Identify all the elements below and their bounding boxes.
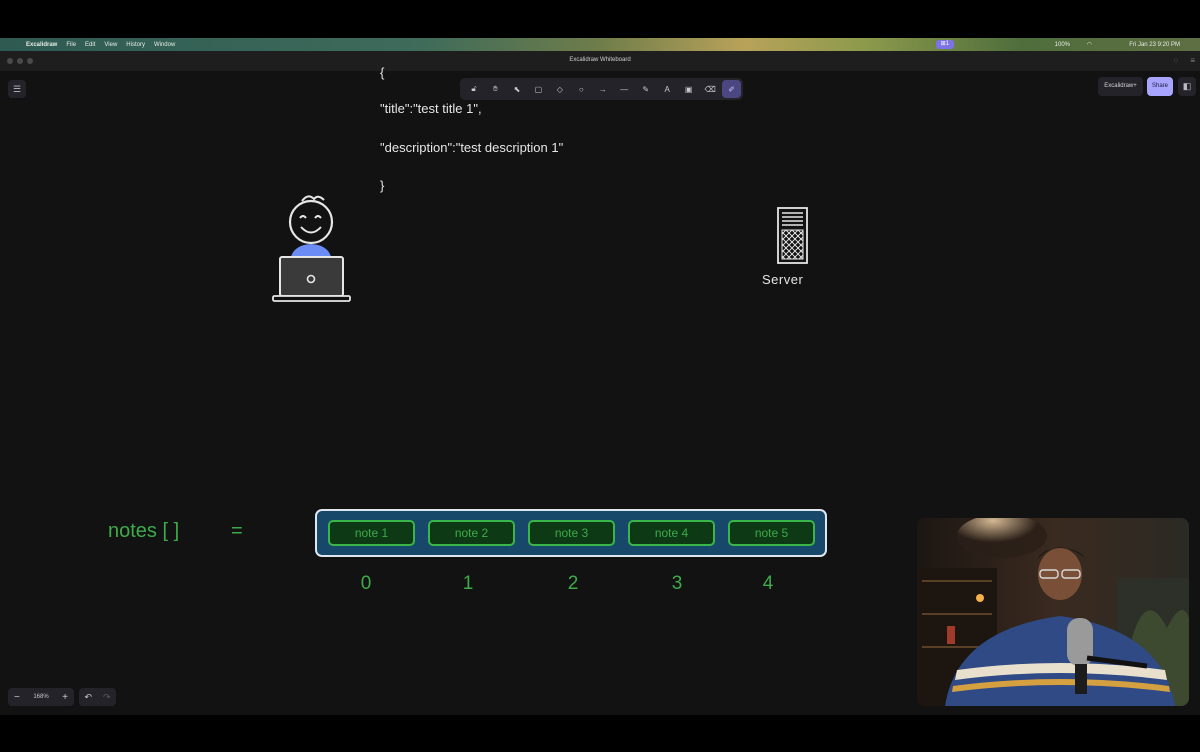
presenter-video-image: [917, 518, 1189, 706]
undo-redo-controls: ↶ ↷: [79, 688, 116, 706]
note-item-3[interactable]: note 3: [528, 520, 615, 546]
window-title: Excalidraw Whiteboard: [569, 57, 631, 63]
ellipse-icon: ○: [578, 84, 584, 94]
laser-icon: ✐: [728, 84, 735, 94]
wifi-icon[interactable]: ◠: [1087, 41, 1092, 48]
hamburger-menu-icon: ☰: [12, 84, 22, 94]
shape-toolbar: 🔓︎ ✋︎ ⬉ ▢ ◇ ○ → — ✎ A ▣ ⌫ ✐: [460, 78, 743, 100]
diamond-icon: ◇: [556, 84, 563, 94]
tool-diamond-button[interactable]: ◇: [550, 80, 569, 98]
eraser-icon: ⌫: [704, 84, 716, 94]
pencil-icon: ✎: [642, 84, 650, 94]
status-pill[interactable]: ⊞1: [935, 40, 954, 49]
sidebar-icon: ◧: [1182, 81, 1192, 91]
hamburger-icon[interactable]: ≡: [1190, 56, 1195, 65]
tool-image-button[interactable]: ▣: [679, 80, 698, 98]
array-index-0[interactable]: 0: [356, 573, 376, 595]
user-with-laptop-icon[interactable]: [268, 191, 358, 311]
tool-pencil-button[interactable]: ✎: [636, 80, 655, 98]
text-icon: A: [664, 84, 670, 94]
lock-icon: 🔓︎: [471, 84, 477, 93]
menu-window[interactable]: Window: [154, 42, 175, 48]
menu-history[interactable]: History: [126, 42, 145, 48]
main-menu-button[interactable]: ☰: [8, 80, 26, 98]
json-description-line[interactable]: "description":"test description 1": [380, 140, 563, 155]
menu-app-name[interactable]: Excalidraw: [26, 42, 57, 48]
tool-line-button[interactable]: —: [615, 80, 634, 98]
macos-menubar: Excalidraw File Edit View History Window…: [0, 38, 1200, 51]
selection-icon: ⬉: [513, 84, 521, 94]
screen-frame: Excalidraw File Edit View History Window…: [0, 0, 1200, 752]
notes-array-box[interactable]: note 1 note 2 note 3 note 4 note 5: [315, 509, 827, 557]
json-brace-close[interactable]: }: [380, 178, 384, 193]
hand-icon: ✋︎: [493, 84, 498, 93]
tool-eraser-button[interactable]: ⌫: [701, 80, 720, 98]
notes-array-label[interactable]: notes [ ]: [108, 520, 179, 543]
rectangle-icon: ▢: [534, 84, 543, 94]
menu-view[interactable]: View: [104, 42, 117, 48]
zoom-level[interactable]: 168%: [33, 694, 48, 700]
note-item-2[interactable]: note 2: [428, 520, 515, 546]
image-icon: ▣: [684, 84, 693, 94]
tool-arrow-button[interactable]: →: [593, 80, 612, 98]
note-item-4[interactable]: note 4: [628, 520, 715, 546]
webcam-overlay: [917, 518, 1189, 706]
excalidraw-plus-button[interactable]: Excalidraw+: [1098, 77, 1143, 96]
tool-selection-button[interactable]: ⬉: [507, 80, 526, 98]
menubar-clock[interactable]: Fri Jan 23 9:20 PM: [1110, 42, 1180, 48]
menu-edit[interactable]: Edit: [85, 42, 95, 48]
server-label[interactable]: Server: [762, 272, 803, 287]
tool-lock-button[interactable]: 🔓︎: [465, 80, 484, 98]
zoom-in-button[interactable]: +: [62, 692, 68, 703]
tool-text-button[interactable]: A: [658, 80, 677, 98]
share-button[interactable]: Share: [1147, 77, 1173, 96]
undo-button[interactable]: ↶: [84, 692, 92, 703]
zoom-controls: − 168% +: [8, 688, 74, 706]
array-index-4[interactable]: 4: [758, 573, 778, 595]
chat-icon[interactable]: ◌: [1174, 56, 1179, 65]
redo-button[interactable]: ↷: [103, 692, 111, 703]
json-title-line[interactable]: "title":"test title 1",: [380, 101, 482, 116]
tool-hand-button[interactable]: ✋︎: [486, 80, 505, 98]
array-index-3[interactable]: 3: [667, 573, 687, 595]
library-sidebar-button[interactable]: ◧: [1178, 77, 1196, 96]
array-index-1[interactable]: 1: [458, 573, 478, 595]
line-icon: —: [620, 84, 629, 94]
menu-file[interactable]: File: [66, 42, 76, 48]
arrow-icon: →: [598, 84, 607, 94]
tool-laser-button[interactable]: ✐: [722, 80, 742, 98]
tool-rectangle-button[interactable]: ▢: [529, 80, 548, 98]
zoom-out-button[interactable]: −: [14, 692, 20, 703]
json-brace-open[interactable]: {: [380, 65, 384, 80]
equals-sign[interactable]: =: [231, 520, 243, 543]
server-icon[interactable]: [775, 206, 811, 268]
window-titlebar: Excalidraw Whiteboard ◌ ≡: [0, 51, 1200, 71]
tool-ellipse-button[interactable]: ○: [572, 80, 591, 98]
note-item-1[interactable]: note 1: [328, 520, 415, 546]
titlebar-actions: ◌ ≡: [1174, 56, 1195, 65]
battery-indicator[interactable]: 100%: [1055, 42, 1070, 48]
note-item-5[interactable]: note 5: [728, 520, 815, 546]
array-index-2[interactable]: 2: [563, 573, 583, 595]
